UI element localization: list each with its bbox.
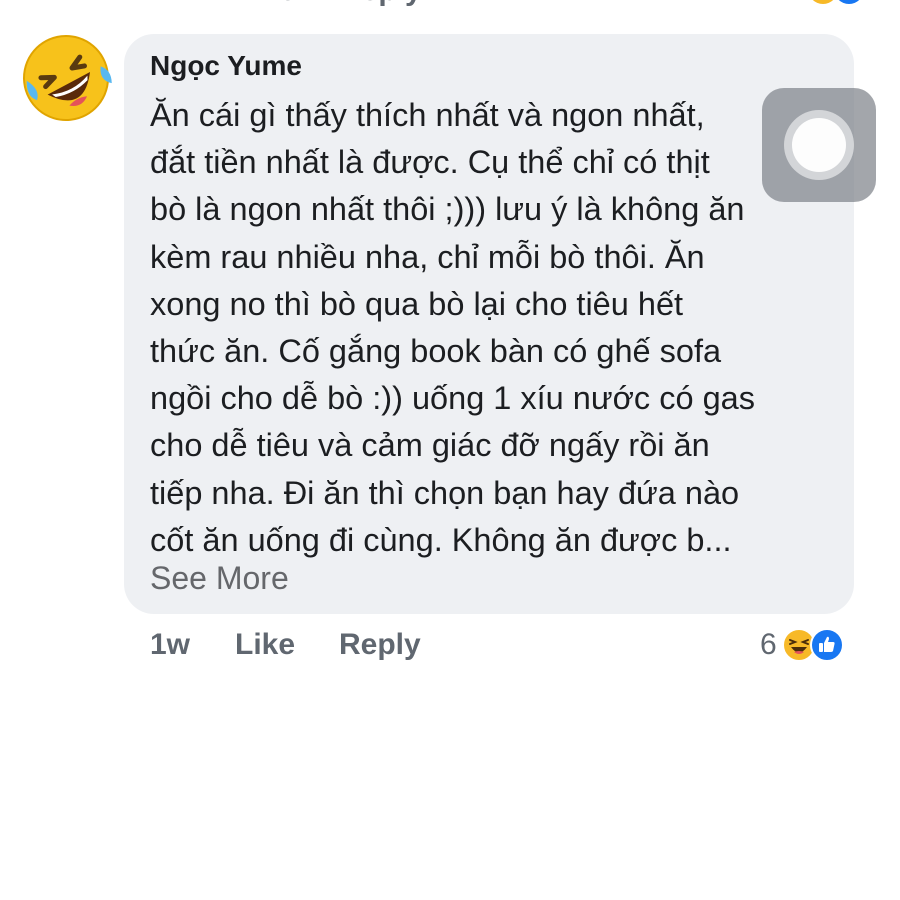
reaction-summary[interactable]: 6 — [750, 626, 860, 666]
comment-bubble: Ngọc Yume Ăn cái gì thấy thích nhất và n… — [124, 34, 854, 614]
previous-comment-like-button[interactable]: Like — [236, 0, 296, 8]
assistive-touch-core — [792, 118, 846, 172]
comment-line: cốt ăn uống đi cùng. Không ăn được b... — [150, 521, 732, 558]
comment-line: đắt tiền nhất là được. Cụ thể chỉ có thị… — [150, 144, 710, 181]
comment-actions: 1w Like Reply 6 — [150, 626, 860, 670]
previous-comment-actions: 1w Like Reply — [150, 0, 870, 8]
comment-text: Ăn cái gì thấy thích nhất và ngon nhất, … — [150, 92, 840, 564]
rofl-emoji-icon[interactable] — [20, 32, 112, 124]
haha-icon — [808, 0, 838, 4]
like-button[interactable]: Like — [235, 628, 295, 662]
assistive-touch-button[interactable] — [762, 88, 876, 202]
reply-button[interactable]: Reply — [339, 628, 421, 662]
comment-time[interactable]: 1w — [150, 628, 190, 662]
reaction-count: 6 — [760, 628, 777, 661]
comment-line: tiếp nha. Đi ăn thì chọn bạn hay đứa nào — [150, 474, 740, 511]
see-more-link[interactable]: See More — [150, 560, 289, 597]
comment-line: bò là ngon nhất thôi ;))) lưu ý là không… — [150, 191, 745, 228]
previous-comment-reactions[interactable] — [800, 0, 870, 6]
comment-line: Ăn cái gì thấy thích nhất và ngon nhất, — [150, 97, 705, 133]
comment-line: xong no thì bò qua bò lại cho tiêu hết — [150, 285, 684, 322]
like-icon — [810, 628, 844, 662]
comment-line: kèm rau nhiều nha, chỉ mỗi bò thôi. Ăn — [150, 238, 705, 275]
previous-comment-reply-button[interactable]: Reply — [340, 0, 422, 8]
comment-line: ngồi cho dễ bò :)) uống 1 xíu nước có ga… — [150, 380, 755, 417]
previous-comment-time: 1w — [150, 0, 190, 8]
comment-author[interactable]: Ngọc Yume — [150, 50, 302, 82]
screen: 1w Like Reply Ngọc Yume Ăn c — [0, 0, 900, 900]
like-icon — [834, 0, 864, 4]
comment-line: thức ăn. Cố gắng book bàn có ghế sofa — [150, 333, 722, 370]
comment-line: cho dễ tiêu và cảm giác đỡ ngấy rồi ăn — [150, 427, 710, 464]
